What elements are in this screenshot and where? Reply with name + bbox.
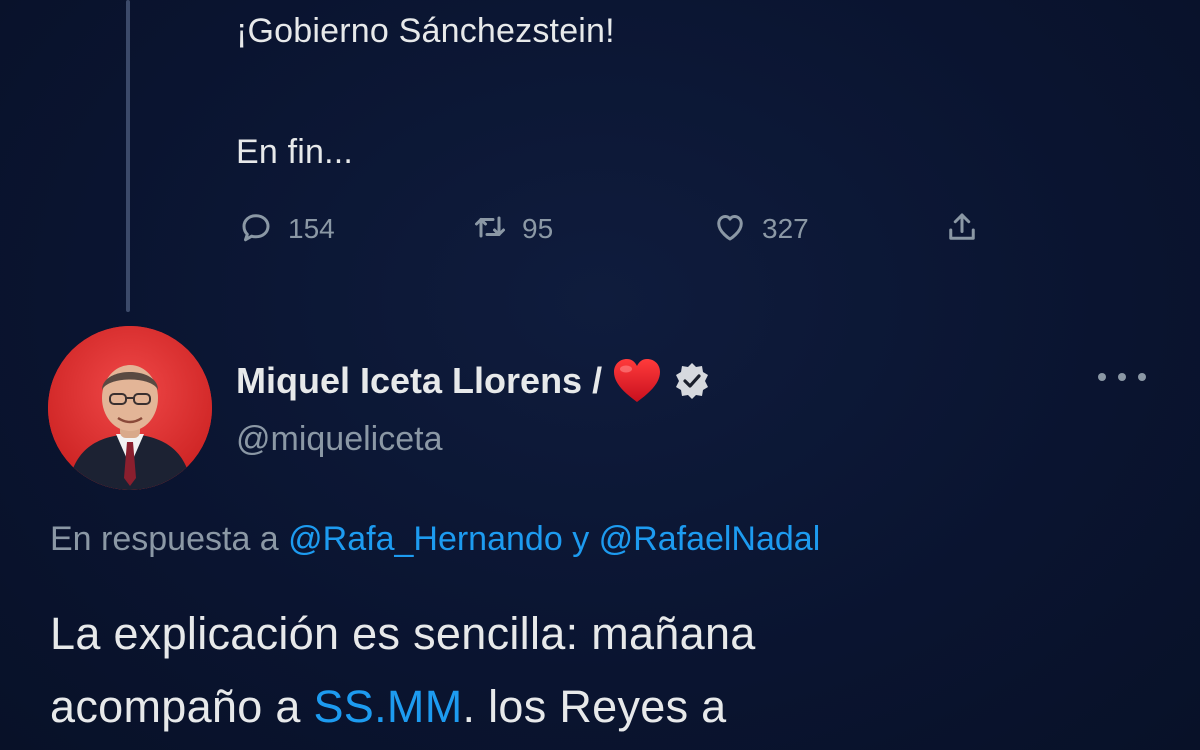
parent-tweet-action-bar: 154 95 327: [0, 205, 1200, 253]
in-reply-to-prefix: En respuesta a: [50, 520, 279, 558]
share-icon: [944, 209, 980, 250]
author-handle[interactable]: @miqueliceta: [236, 420, 443, 459]
like-icon: [712, 209, 748, 250]
more-dot: [1138, 373, 1146, 381]
tweet-body-text-segment: acompaño a: [50, 681, 314, 732]
retweet-count: 95: [522, 213, 554, 244]
tweet-body-line2: acompaño a SS.MM. los Reyes a: [50, 681, 727, 733]
reply-button[interactable]: 154: [238, 205, 335, 253]
heart-emoji: [612, 358, 662, 404]
avatar-portrait: [48, 326, 212, 490]
retweet-button[interactable]: 95: [472, 205, 553, 253]
author-display-name-row[interactable]: Miquel Iceta Llorens /: [236, 358, 712, 404]
in-reply-to-connector: y: [572, 520, 590, 558]
retweet-icon: [472, 209, 508, 250]
author-display-name: Miquel Iceta Llorens /: [236, 360, 603, 401]
verified-icon: [672, 361, 712, 401]
like-count: 327: [762, 213, 809, 244]
in-reply-to-line: En respuesta a @Rafa_Hernando y @RafaelN…: [50, 520, 820, 559]
mention-link-rafa-hernando[interactable]: @Rafa_Hernando: [288, 520, 563, 558]
reply-count: 154: [288, 213, 335, 244]
more-icon[interactable]: [1098, 362, 1146, 392]
mention-link-rafael-nadal[interactable]: @RafaelNadal: [599, 520, 821, 558]
tweet-thread-screen: ¡Gobierno Sánchezstein! En fin... 154 95: [0, 0, 1200, 750]
tweet-body-line1: La explicación es sencilla: mañana: [50, 608, 756, 659]
avatar[interactable]: [48, 326, 212, 490]
tweet-body-text-segment: . los Reyes a: [462, 681, 727, 732]
hashtag-link-ssmm[interactable]: SS.MM: [313, 681, 462, 732]
share-button[interactable]: [944, 205, 980, 253]
more-dot: [1098, 373, 1106, 381]
more-dot: [1118, 373, 1126, 381]
parent-tweet-line1: ¡Gobierno Sánchezstein!: [236, 12, 615, 50]
thread-connector-line: [126, 0, 130, 312]
like-button[interactable]: 327: [712, 205, 809, 253]
parent-tweet-line2: En fin...: [236, 133, 354, 171]
reply-icon: [238, 209, 274, 250]
